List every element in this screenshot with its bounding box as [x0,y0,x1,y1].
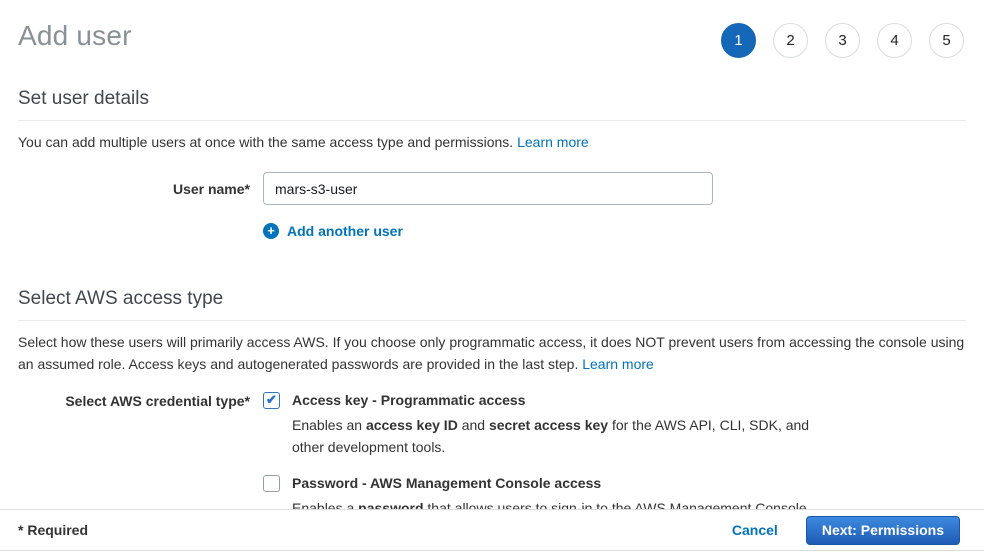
access-type-intro-text: Select how these users will primarily ac… [18,334,964,372]
step-1: 1 [721,23,756,58]
page-header: Add user 12345 [0,0,984,58]
user-details-intro-text: You can add multiple users at once with … [18,134,513,150]
console-access-title: Password - AWS Management Console access [292,475,811,492]
section-heading-access-type: Select AWS access type [18,288,966,321]
credential-type-row: Select AWS credential type* Access key -… [18,392,966,519]
user-name-input[interactable] [263,172,713,205]
step-2: 2 [773,23,808,58]
programmatic-access-checkbox[interactable] [263,392,280,409]
user-name-label: User name* [18,172,250,205]
user-details-intro: You can add multiple users at once with … [18,131,966,153]
credential-options: Access key - Programmatic access Enables… [263,392,827,519]
learn-more-link-access-type[interactable]: Learn more [582,356,654,372]
console-access-checkbox[interactable] [263,475,280,492]
add-user-page: Add user 12345 Set user details You can … [0,0,984,556]
footer-actions: Cancel Next: Permissions [732,516,960,545]
add-another-user-row: + Add another user [263,222,966,240]
page-title: Add user [18,20,132,52]
step-4: 4 [877,23,912,58]
section-heading-user-details: Set user details [18,88,966,121]
programmatic-access-description: Enables an access key ID and secret acce… [292,414,827,458]
wizard-footer: * Required Cancel Next: Permissions [0,509,984,551]
required-note: * Required [18,522,88,538]
option-programmatic-access: Access key - Programmatic access Enables… [263,392,827,458]
learn-more-link-user-details[interactable]: Learn more [517,134,589,150]
step-indicator: 12345 [721,23,964,58]
programmatic-access-title: Access key - Programmatic access [292,392,827,409]
programmatic-access-content: Access key - Programmatic access Enables… [292,392,827,458]
user-name-row: User name* [18,172,966,205]
cancel-button[interactable]: Cancel [732,522,778,538]
step-5: 5 [929,23,964,58]
user-name-field-col [263,172,713,205]
add-another-user-label: Add another user [287,223,403,239]
plus-icon: + [263,223,279,239]
step-3: 3 [825,23,860,58]
next-permissions-button[interactable]: Next: Permissions [806,516,960,545]
access-type-intro: Select how these users will primarily ac… [18,331,966,375]
add-another-user-link[interactable]: + Add another user [263,223,403,239]
main-content: Set user details You can add multiple us… [0,88,984,519]
credential-type-label: Select AWS credential type* [18,392,250,519]
